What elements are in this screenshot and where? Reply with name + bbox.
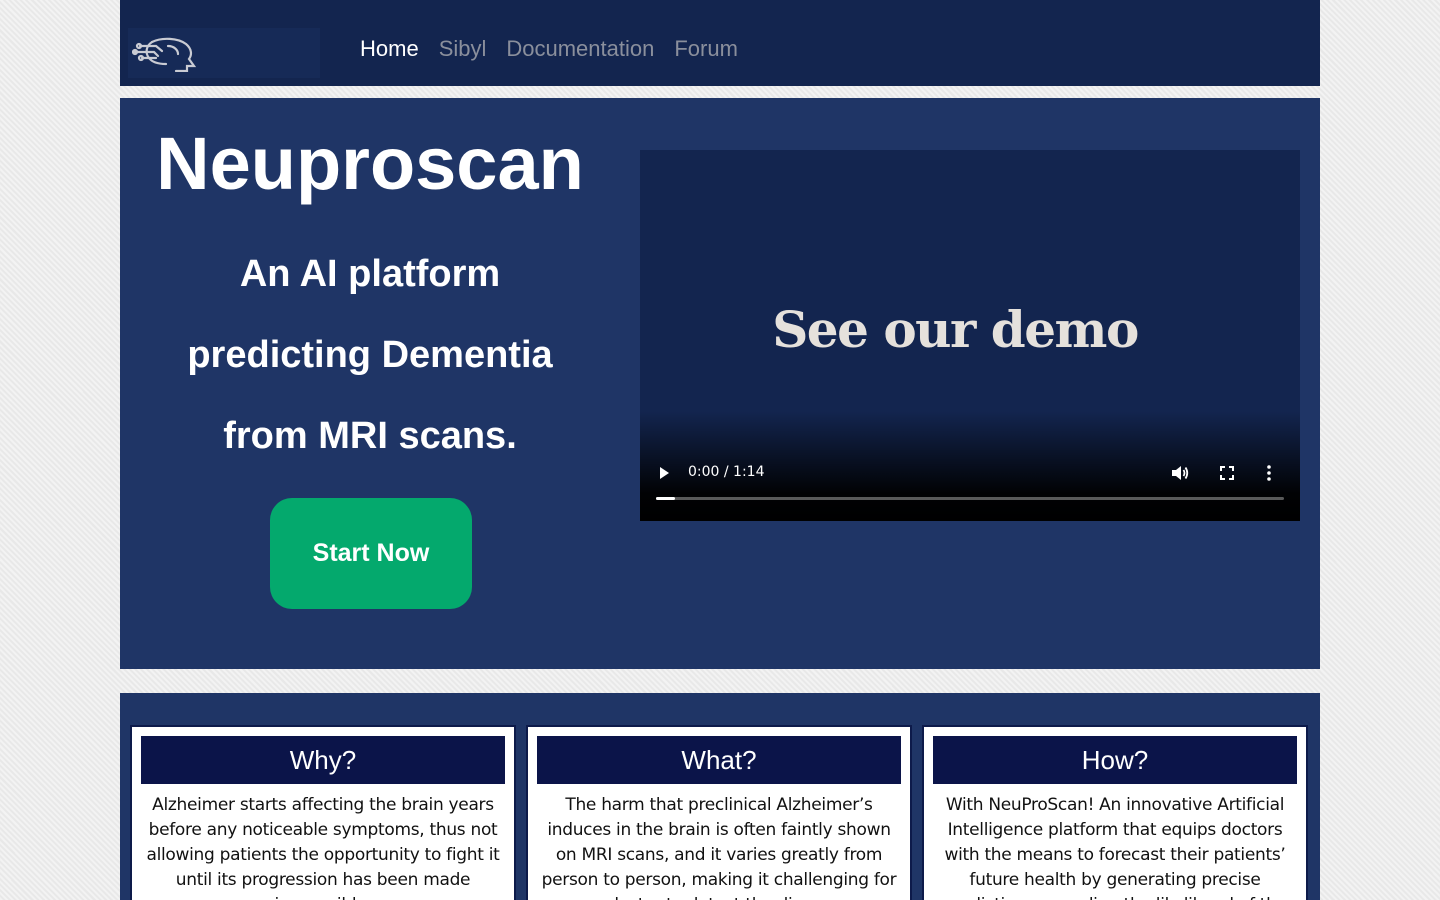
- navbar: Home Sibyl Documentation Forum: [120, 0, 1320, 86]
- why-card: Why? Alzheimer starts affecting the brai…: [130, 725, 516, 900]
- card-heading: Why?: [141, 736, 505, 784]
- more-options-icon[interactable]: [1267, 465, 1271, 481]
- hero-text: Neuproscan An AI platform predicting Dem…: [120, 98, 620, 477]
- what-card: What? The harm that preclinical Alzheime…: [526, 725, 912, 900]
- nav-link-documentation[interactable]: Documentation: [506, 36, 654, 62]
- hero-subtitle-line: from MRI scans.: [223, 415, 517, 457]
- demo-video-player[interactable]: See our demo 0:00 / 1:14: [640, 150, 1300, 521]
- nav-link-home[interactable]: Home: [360, 36, 419, 62]
- play-icon[interactable]: [660, 467, 669, 479]
- video-progress-fill: [656, 497, 675, 500]
- card-text: The harm that preclinical Alzheimer’s in…: [541, 795, 897, 900]
- video-overlay-title: See our demo: [772, 300, 1139, 359]
- volume-icon[interactable]: [1171, 465, 1189, 481]
- nav-link-forum[interactable]: Forum: [674, 36, 738, 62]
- card-heading: What?: [537, 736, 901, 784]
- hero-subtitle-line: An AI platform: [239, 253, 501, 295]
- card-text: Alzheimer starts affecting the brain yea…: [146, 795, 500, 900]
- video-time-display: 0:00 / 1:14: [688, 464, 765, 480]
- main-nav: Home Sibyl Documentation Forum: [360, 36, 738, 62]
- how-card: How? With NeuProScan! An innovative Arti…: [922, 725, 1308, 900]
- fullscreen-icon[interactable]: [1220, 466, 1234, 480]
- brain-logo-icon[interactable]: [128, 28, 320, 78]
- nav-link-sibyl[interactable]: Sibyl: [439, 36, 487, 62]
- hero-section: Neuproscan An AI platform predicting Dem…: [120, 98, 1320, 669]
- hero-subtitle: An AI platform predicting Dementia from …: [120, 234, 620, 477]
- hero-subtitle-line: predicting Dementia: [187, 334, 553, 376]
- card-heading: How?: [933, 736, 1297, 784]
- start-now-button[interactable]: Start Now: [270, 498, 472, 609]
- info-section: Why? Alzheimer starts affecting the brai…: [120, 693, 1320, 900]
- video-progress-bar[interactable]: [656, 497, 1284, 500]
- hero-title: Neuproscan: [156, 122, 584, 205]
- card-text: With NeuProScan! An innovative Artificia…: [943, 795, 1287, 900]
